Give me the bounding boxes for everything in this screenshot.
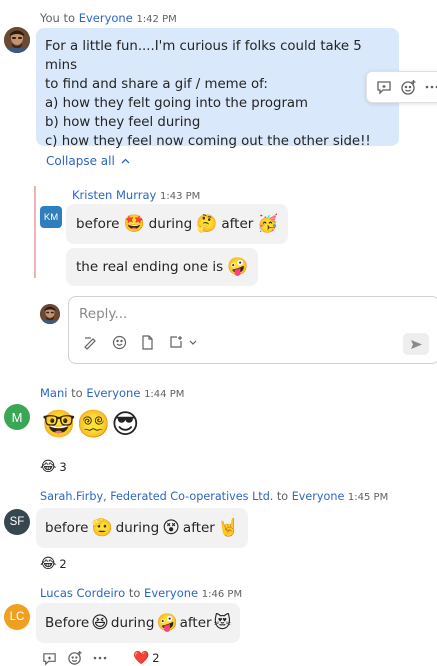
reaction-chip[interactable]: 😂 2 (40, 556, 67, 572)
sender-name[interactable]: Sarah.Firby, Federated Co-operatives Ltd… (40, 490, 273, 503)
nerd-face-emoji: 🤓 (42, 409, 76, 440)
emoji-message[interactable]: 🤓 😵‍💫 😎 (42, 408, 139, 442)
more-options-icon[interactable] (425, 85, 437, 89)
laughing-emoji: 😂 (40, 556, 57, 572)
avatar-you[interactable] (4, 27, 30, 53)
reply-bubble[interactable]: the real ending one is 🤪 (66, 248, 259, 286)
zany-face-emoji: 🤪 (156, 613, 178, 633)
star-struck-emoji: 🤩 (123, 214, 145, 234)
reply-text: the real ending one is (76, 258, 224, 275)
thinking-emoji: 🤔 (196, 214, 218, 234)
message-header: Sarah.Firby, Federated Co-operatives Ltd… (40, 490, 388, 503)
reaction-chip[interactable]: ❤️ 2 (133, 651, 160, 666)
chevron-up-icon (121, 158, 130, 164)
reply-bubble[interactable]: before 🤩 during 🤔 after 🥳 (66, 204, 289, 244)
to-word: to (71, 386, 83, 400)
reply-header: Kristen Murray 1:43 PM (72, 188, 200, 202)
message-line: to find and share a gif / meme of: (45, 77, 268, 92)
send-button[interactable] (403, 333, 429, 355)
emoji-icon[interactable] (112, 335, 127, 350)
reply-word-after: after (221, 215, 254, 232)
reply-placeholder: Reply... (79, 306, 128, 322)
to-word: to (128, 586, 141, 600)
zany-face-emoji: 🤪 (227, 257, 249, 277)
timestamp: 1:45 PM (347, 492, 389, 503)
avatar-lc[interactable]: LC (4, 604, 30, 630)
word-before: Before (45, 614, 90, 631)
message-header: Mani to Everyone 1:44 PM (40, 386, 184, 400)
sender-name: You (40, 11, 60, 25)
partying-emoji: 🥳 (257, 214, 279, 234)
attach-file-icon[interactable] (141, 335, 154, 350)
collapse-all-label: Collapse all (46, 154, 115, 168)
reply-word-before: before (76, 215, 120, 232)
avatar-initials: KM (43, 211, 59, 223)
sender-name[interactable]: Mani (40, 386, 67, 400)
reaction-count: 2 (59, 557, 67, 571)
rock-on-hand-emoji: 🤘 (217, 518, 240, 538)
heart-eyes-cat-emoji: 😻 (213, 613, 232, 633)
channel-link[interactable]: Everyone (144, 586, 198, 600)
timestamp: 1:43 PM (159, 191, 201, 202)
collapse-all-link[interactable]: Collapse all (46, 154, 130, 168)
reply-icon[interactable] (376, 79, 392, 95)
message-line: b) how they feel during (45, 115, 201, 130)
message-actions-toolbar (366, 71, 437, 103)
avatar-you-small (40, 304, 60, 324)
reply-icon[interactable] (42, 651, 57, 666)
channel-link[interactable]: Everyone (86, 386, 140, 400)
word-after: after (182, 519, 215, 536)
message-line: For a little fun....I'm curious if folks… (45, 39, 362, 73)
word-during: during (110, 614, 155, 631)
message-bubble[interactable]: Before 😆 during 🤪 after 😻 (36, 603, 241, 643)
reaction-count: 3 (59, 460, 67, 474)
avatar-initials: SF (9, 516, 25, 528)
thread-line (34, 186, 36, 278)
avatar-sf[interactable]: SF (4, 509, 30, 535)
message-header: Lucas Cordeiro to Everyone 1:46 PM (40, 586, 242, 600)
reply-input[interactable]: Reply... (79, 306, 419, 326)
word-after: after (179, 614, 212, 631)
avatar-initials: M (11, 409, 23, 425)
composer-toolbar (83, 335, 197, 350)
message-line: c) how they feel now coming out the othe… (45, 134, 371, 149)
sender-name[interactable]: Kristen Murray (72, 188, 156, 202)
to-word: to (276, 490, 289, 503)
timestamp: 1:44 PM (144, 389, 185, 400)
timestamp: 1:42 PM (136, 14, 177, 25)
reaction-chip[interactable]: 😂 3 (40, 459, 67, 475)
avatar-km[interactable]: KM (40, 206, 62, 228)
message-actions-row: ❤️ 2 (42, 650, 160, 666)
reply-composer: Reply... (68, 296, 437, 364)
reaction-count: 2 (152, 651, 160, 665)
word-before: before (45, 519, 89, 536)
message-bubble[interactable]: before 🫡 during 😵 after 🤘 (36, 508, 249, 548)
message-header: You to Everyone 1:42 PM (40, 11, 177, 25)
grinning-squinting-emoji: 😆 (91, 613, 109, 633)
format-text-icon[interactable] (83, 335, 98, 350)
red-heart-emoji: ❤️ (133, 650, 150, 666)
channel-link[interactable]: Everyone (292, 490, 345, 503)
dizzy-face-emoji: 😵 (162, 518, 180, 538)
saluting-face-emoji: 🫡 (91, 518, 113, 538)
add-reaction-icon[interactable] (400, 79, 417, 96)
sender-name[interactable]: Lucas Cordeiro (40, 586, 125, 600)
dizzy-face-emoji: 😵‍💫 (76, 409, 111, 440)
screenshot-icon[interactable] (168, 335, 197, 350)
avatar-mani[interactable]: M (4, 404, 30, 430)
laughing-emoji: 😂 (40, 459, 57, 475)
chevron-down-icon (189, 340, 197, 345)
sunglasses-emoji: 😎 (111, 409, 140, 440)
message-line: a) how they felt going into the program (45, 96, 309, 111)
more-options-icon[interactable] (93, 656, 107, 660)
word-during: during (115, 519, 160, 536)
message-bubble[interactable]: For a little fun....I'm curious if folks… (36, 28, 399, 149)
reply-word-during: during (148, 215, 193, 232)
channel-link[interactable]: Everyone (79, 11, 133, 25)
timestamp: 1:46 PM (201, 589, 243, 600)
avatar-initials: LC (9, 611, 25, 623)
to-word: to (63, 11, 76, 25)
add-reaction-icon[interactable] (67, 650, 83, 666)
send-icon (410, 339, 422, 349)
